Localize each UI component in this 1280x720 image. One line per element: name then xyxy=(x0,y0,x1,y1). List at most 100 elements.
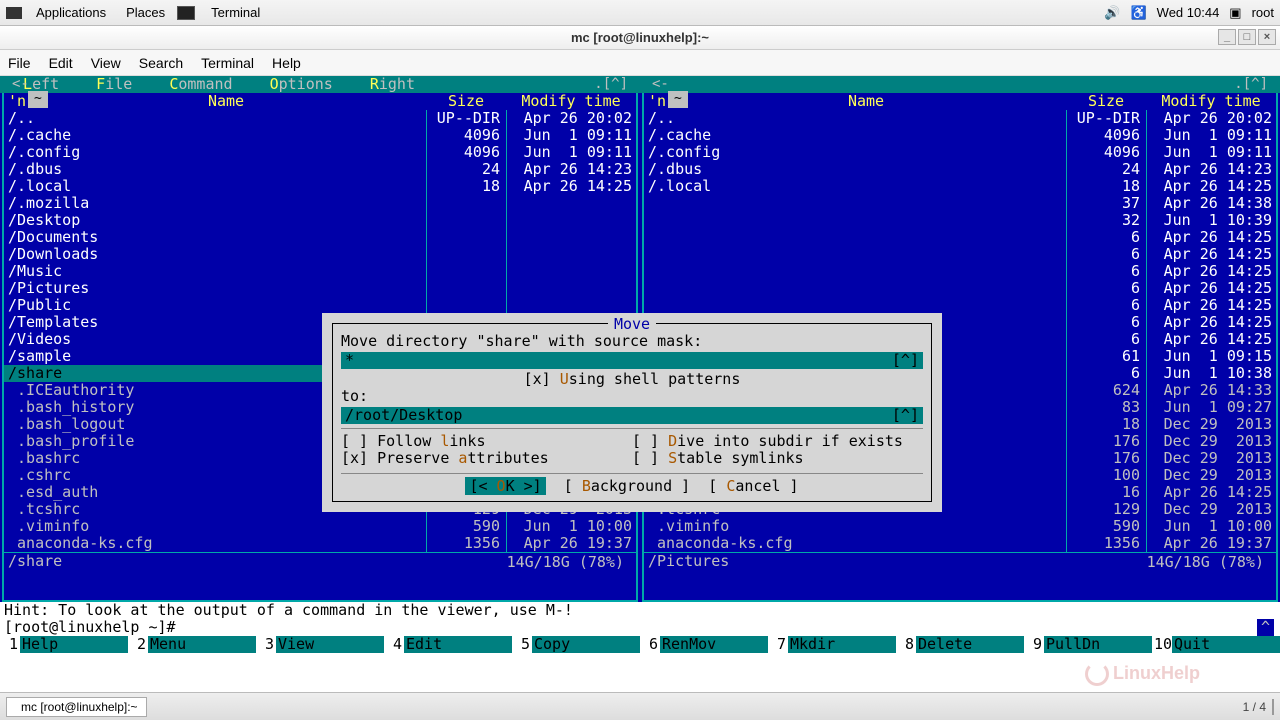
menu-applications[interactable]: Applications xyxy=(28,3,114,22)
subshell-toggle-icon[interactable]: ^ xyxy=(1257,619,1274,636)
mc-menu-right: Right xyxy=(347,76,429,93)
file-row[interactable]: /..UP--DIRApr 26 20:02 xyxy=(644,110,1276,127)
app-terminal[interactable]: Terminal xyxy=(203,3,268,22)
ok-button[interactable]: [< OK >] xyxy=(465,477,545,495)
gnome-foot-icon xyxy=(6,7,22,19)
fkey-mkdir[interactable]: 7Mkdir xyxy=(768,636,896,653)
user-name[interactable]: root xyxy=(1252,5,1274,20)
mc-app: LLefteft File Command Options Right <- ~… xyxy=(0,76,1280,653)
volume-icon[interactable]: 🔊 xyxy=(1104,5,1120,21)
menu-view[interactable]: View xyxy=(91,55,121,71)
panel-nav-right[interactable]: <- xyxy=(652,76,669,93)
mc-menubar[interactable]: LLefteft File Command Options Right xyxy=(0,76,1280,93)
bottom-panel: mc [root@linuxhelp]:~ 1 / 4 xyxy=(0,692,1280,720)
source-mask-input[interactable]: *[^] xyxy=(341,352,923,369)
hint-line: Hint: To look at the output of a command… xyxy=(0,602,1280,619)
mc-menu-options: Options xyxy=(247,76,347,93)
fkey-help[interactable]: 1Help xyxy=(0,636,128,653)
fkey-copy[interactable]: 5Copy xyxy=(512,636,640,653)
terminal-icon xyxy=(177,6,195,20)
panel-path-left[interactable]: ~ xyxy=(28,91,48,108)
preserve-attrs-checkbox[interactable]: [x] Preserve attributes xyxy=(341,450,632,467)
watermark: LinuxHelp xyxy=(1085,662,1200,686)
file-row[interactable]: 6Apr 26 14:25 xyxy=(644,229,1276,246)
file-row[interactable]: anaconda-ks.cfg1356Apr 26 19:37 xyxy=(644,535,1276,552)
taskbar-item[interactable]: mc [root@linuxhelp]:~ xyxy=(6,697,147,717)
fkey-pulldn[interactable]: 9PullDn xyxy=(1024,636,1152,653)
fkey-view[interactable]: 3View xyxy=(256,636,384,653)
file-row[interactable]: /Downloads xyxy=(4,246,636,263)
background-button[interactable]: [ Background ] xyxy=(564,477,690,495)
move-dialog: Move Move directory "share" with source … xyxy=(322,313,942,512)
dialog-prompt: Move directory "share" with source mask: xyxy=(341,333,923,350)
file-row[interactable]: /.local18Apr 26 14:25 xyxy=(644,178,1276,195)
panel-path-right[interactable]: ~ xyxy=(668,91,688,108)
terminal-menubar: File Edit View Search Terminal Help xyxy=(0,50,1280,76)
panel-header: 'nName Size Modify time xyxy=(4,93,636,110)
file-row[interactable]: 6Apr 26 14:25 xyxy=(644,297,1276,314)
file-row[interactable]: /.config4096Jun 1 09:11 xyxy=(644,144,1276,161)
file-row[interactable]: /Music xyxy=(4,263,636,280)
file-row[interactable]: /..UP--DIRApr 26 20:02 xyxy=(4,110,636,127)
follow-links-checkbox[interactable]: [ ] Follow links xyxy=(341,433,632,450)
panel-caret-left[interactable]: .[^] xyxy=(594,76,628,93)
menu-file[interactable]: File xyxy=(8,55,31,71)
minimize-button[interactable]: _ xyxy=(1218,29,1236,45)
stable-symlinks-checkbox[interactable]: [ ] Stable symlinks xyxy=(632,450,923,467)
to-label: to: xyxy=(341,388,923,405)
file-row[interactable]: /.config4096Jun 1 09:11 xyxy=(4,144,636,161)
mc-menu-file: File xyxy=(73,76,146,93)
file-row[interactable]: /.mozilla xyxy=(4,195,636,212)
dialog-title: Move xyxy=(608,315,656,333)
shell-patterns-checkbox[interactable]: [x] Using shell patterns xyxy=(341,371,923,388)
file-row[interactable]: /Desktop xyxy=(4,212,636,229)
file-row[interactable]: /.cache4096Jun 1 09:11 xyxy=(4,127,636,144)
file-row[interactable]: .viminfo590Jun 1 10:00 xyxy=(644,518,1276,535)
user-icon: ▣ xyxy=(1229,5,1241,21)
file-row[interactable]: /.dbus24Apr 26 14:23 xyxy=(644,161,1276,178)
left-status: /share 14G/18G (78%) xyxy=(4,552,636,570)
file-row[interactable]: anaconda-ks.cfg1356Apr 26 19:37 xyxy=(4,535,636,552)
file-row[interactable]: /.local18Apr 26 14:25 xyxy=(4,178,636,195)
function-keys: 1Help2Menu3View4Edit5Copy6RenMov7Mkdir8D… xyxy=(0,636,1280,653)
destination-input[interactable]: /root/Desktop[^] xyxy=(341,407,923,424)
window-titlebar: mc [root@linuxhelp]:~ _ □ × xyxy=(0,26,1280,50)
file-row[interactable]: /Public xyxy=(4,297,636,314)
shell-prompt[interactable]: [root@linuxhelp ~]#^ xyxy=(0,619,1280,636)
mc-menu-command: Command xyxy=(146,76,246,93)
file-row[interactable]: 6Apr 26 14:25 xyxy=(644,263,1276,280)
file-row[interactable]: 32Jun 1 10:39 xyxy=(644,212,1276,229)
panel-caret-right[interactable]: .[^] xyxy=(1234,76,1268,93)
fkey-delete[interactable]: 8Delete xyxy=(896,636,1024,653)
fkey-renmov[interactable]: 6RenMov xyxy=(640,636,768,653)
maximize-button[interactable]: □ xyxy=(1238,29,1256,45)
dive-subdir-checkbox[interactable]: [ ] Dive into subdir if exists xyxy=(632,433,923,450)
menu-search[interactable]: Search xyxy=(139,55,183,71)
window-title: mc [root@linuxhelp]:~ xyxy=(571,30,709,45)
panel-header: 'nName Size Modify time xyxy=(644,93,1276,110)
file-row[interactable]: 6Apr 26 14:25 xyxy=(644,246,1276,263)
right-status: /Pictures 14G/18G (78%) xyxy=(644,552,1276,570)
file-row[interactable]: .viminfo590Jun 1 10:00 xyxy=(4,518,636,535)
cancel-button[interactable]: [ Cancel ] xyxy=(708,477,798,495)
menu-terminal[interactable]: Terminal xyxy=(201,55,254,71)
trash-icon[interactable] xyxy=(1272,699,1274,715)
file-row[interactable]: /.cache4096Jun 1 09:11 xyxy=(644,127,1276,144)
workspace-pager[interactable]: 1 / 4 xyxy=(1243,700,1274,714)
menu-help[interactable]: Help xyxy=(272,55,301,71)
panel-nav-left[interactable]: <- xyxy=(12,76,29,93)
menu-edit[interactable]: Edit xyxy=(49,55,73,71)
file-row[interactable]: 37Apr 26 14:38 xyxy=(644,195,1276,212)
file-row[interactable]: /.dbus24Apr 26 14:23 xyxy=(4,161,636,178)
clock[interactable]: Wed 10:44 xyxy=(1157,5,1220,20)
menu-places[interactable]: Places xyxy=(118,3,173,22)
fkey-menu[interactable]: 2Menu xyxy=(128,636,256,653)
gnome-panel: Applications Places Terminal 🔊 ♿ Wed 10:… xyxy=(0,0,1280,26)
file-row[interactable]: 6Apr 26 14:25 xyxy=(644,280,1276,297)
fkey-quit[interactable]: 10Quit xyxy=(1152,636,1280,653)
close-button[interactable]: × xyxy=(1258,29,1276,45)
file-row[interactable]: /Documents xyxy=(4,229,636,246)
accessibility-icon[interactable]: ♿ xyxy=(1130,5,1146,21)
file-row[interactable]: /Pictures xyxy=(4,280,636,297)
fkey-edit[interactable]: 4Edit xyxy=(384,636,512,653)
